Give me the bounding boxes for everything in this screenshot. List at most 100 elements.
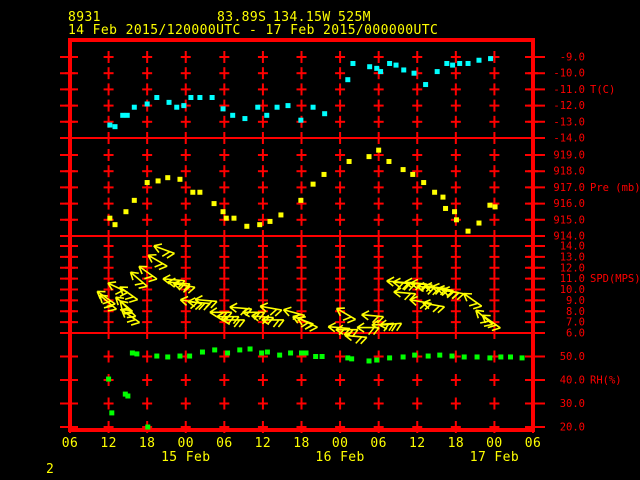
data-point-temperature — [411, 70, 417, 76]
data-point-relative-humidity — [425, 353, 431, 359]
x-tick-label: 00 — [178, 436, 194, 451]
data-point-temperature — [285, 103, 291, 109]
data-point-relative-humidity — [288, 350, 294, 356]
data-point-pressure — [190, 189, 196, 195]
data-point-temperature — [434, 69, 440, 75]
data-point-temperature — [274, 104, 280, 110]
data-point-pressure — [267, 218, 273, 224]
data-point-relative-humidity — [412, 352, 418, 358]
data-point-temperature — [120, 112, 126, 118]
data-point-temperature — [350, 60, 356, 66]
data-point-temperature — [310, 104, 316, 110]
series-label: SPD(MPS) — [590, 273, 640, 285]
data-point-relative-humidity — [313, 354, 319, 359]
data-point-relative-humidity — [498, 354, 504, 360]
data-point-pressure — [310, 181, 316, 187]
data-point-pressure — [321, 171, 327, 177]
x-tick-label: 06 — [370, 436, 386, 451]
y-tick-label: -11.0 — [553, 84, 585, 96]
data-point-relative-humidity — [225, 350, 231, 356]
wind-barb — [153, 243, 175, 259]
data-point-pressure — [211, 201, 217, 207]
data-point-pressure — [144, 180, 150, 186]
x-date-label: 15 Feb — [161, 450, 210, 465]
series-label: Pre (mb) — [590, 182, 640, 194]
data-point-relative-humidity — [259, 350, 265, 356]
y-tick-label: 6.0 — [566, 328, 585, 340]
y-tick-label: -13.0 — [553, 116, 585, 128]
series-label: RH(%) — [590, 375, 622, 387]
x-date-label: 16 Feb — [315, 450, 364, 465]
y-tick-label: 40.0 — [560, 375, 585, 387]
data-point-pressure — [400, 167, 406, 173]
x-tick-label: 12 — [255, 436, 271, 451]
data-point-relative-humidity — [487, 355, 493, 361]
data-point-pressure — [453, 217, 459, 223]
data-point-temperature — [401, 67, 407, 73]
y-tick-label: -10.0 — [553, 68, 585, 80]
data-point-relative-humidity — [400, 354, 406, 360]
x-tick-label: 18 — [139, 436, 155, 451]
data-point-temperature — [124, 112, 130, 118]
data-point-pressure — [177, 176, 183, 182]
data-point-temperature — [144, 101, 150, 107]
data-point-pressure — [220, 209, 226, 215]
x-date-label: 17 Feb — [470, 450, 519, 465]
data-point-temperature — [476, 57, 482, 63]
data-point-relative-humidity — [374, 357, 380, 363]
data-point-pressure — [197, 189, 203, 195]
x-tick-label: 00 — [332, 436, 348, 451]
data-point-relative-humidity — [154, 353, 160, 359]
data-point-relative-humidity — [303, 350, 309, 356]
data-point-relative-humidity — [187, 353, 193, 359]
y-tick-label: 919.0 — [553, 150, 585, 162]
data-point-temperature — [112, 124, 118, 130]
meteogram-plot: -9.0 -10.0 -11.0 -12.0 -13.0 -14.0 T(C) 919.0 91… — [60, 38, 640, 465]
y-tick-label: 50.0 — [560, 351, 585, 363]
data-point-temperature — [131, 104, 137, 110]
y-tick-label: 916.0 — [553, 198, 585, 210]
data-point-temperature — [488, 56, 494, 62]
data-point-pressure — [298, 197, 304, 203]
data-point-relative-humidity — [177, 353, 183, 359]
data-point-relative-humidity — [199, 349, 205, 355]
data-point-relative-humidity — [507, 354, 513, 360]
data-point-temperature — [387, 60, 393, 66]
data-point-temperature — [220, 106, 226, 112]
data-point-temperature — [393, 62, 399, 68]
data-point-pressure — [165, 175, 171, 181]
data-point-pressure — [107, 215, 113, 221]
data-point-relative-humidity — [461, 354, 467, 360]
data-point-pressure — [131, 197, 137, 203]
data-point-relative-humidity — [387, 355, 393, 361]
data-point-pressure — [410, 171, 416, 177]
data-point-temperature — [345, 77, 351, 83]
data-point-relative-humidity — [145, 424, 151, 430]
data-point-temperature — [465, 60, 471, 66]
data-point-temperature — [367, 64, 373, 70]
x-tick-label: 06 — [525, 436, 541, 451]
data-point-pressure — [346, 158, 352, 164]
data-point-pressure — [123, 209, 129, 215]
meteogram-screen: 8931 83.89S 134.15W 525M 14 Feb 2015/120… — [0, 0, 640, 480]
x-tick-label: 18 — [448, 436, 464, 451]
data-point-temperature — [450, 62, 456, 68]
data-point-pressure — [452, 209, 458, 215]
data-point-temperature — [444, 60, 450, 66]
data-point-pressure — [257, 222, 263, 228]
data-point-relative-humidity — [109, 410, 115, 416]
data-point-temperature — [154, 95, 160, 100]
data-point-relative-humidity — [237, 347, 243, 353]
data-point-relative-humidity — [366, 358, 372, 364]
data-point-temperature — [107, 122, 113, 128]
y-tick-label: 915.0 — [553, 214, 585, 226]
y-tick-label: 30.0 — [560, 398, 585, 410]
data-point-temperature — [174, 104, 180, 110]
page-number: 2 — [46, 462, 55, 477]
data-point-pressure — [366, 154, 372, 160]
data-point-temperature — [457, 60, 463, 66]
data-point-pressure — [244, 223, 250, 229]
data-point-temperature — [188, 95, 194, 100]
data-point-temperature — [197, 95, 203, 100]
data-point-pressure — [386, 158, 392, 164]
